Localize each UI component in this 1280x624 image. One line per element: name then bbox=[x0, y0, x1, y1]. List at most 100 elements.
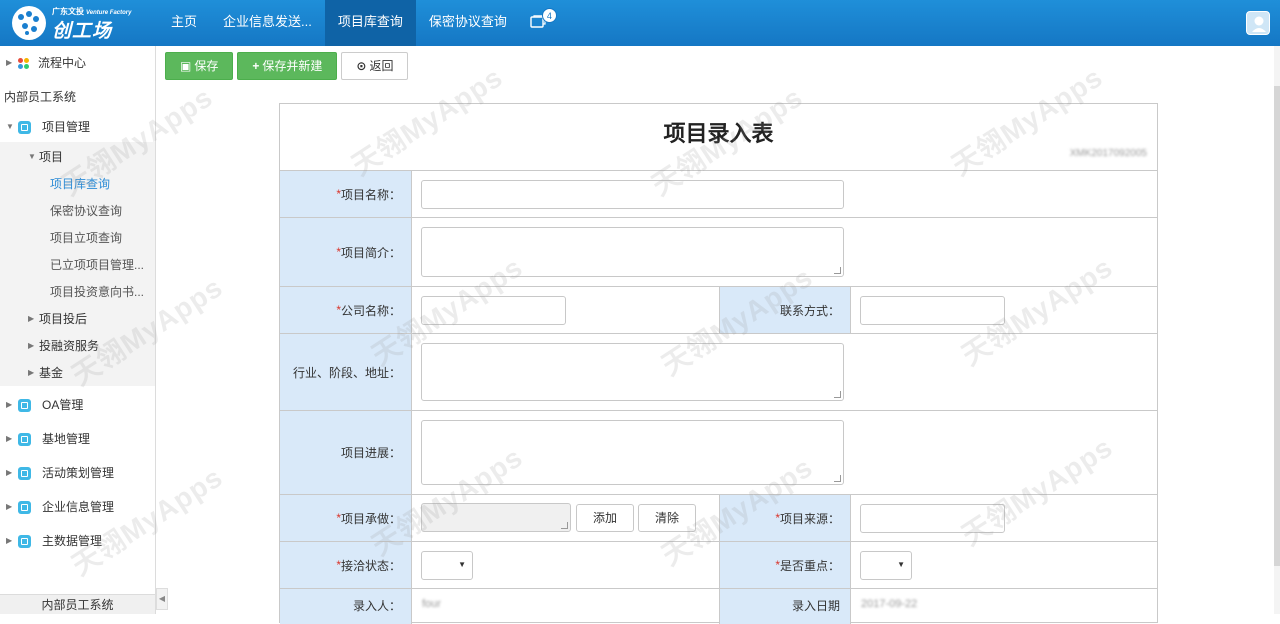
sidebar-leaf-project-approval[interactable]: 项目立项查询 bbox=[0, 225, 155, 251]
label-key: * 是否重点： bbox=[719, 542, 851, 588]
status-select[interactable]: ▼ bbox=[421, 551, 473, 580]
user-icon bbox=[1252, 16, 1266, 32]
avatar[interactable] bbox=[1246, 11, 1270, 35]
triangle-right-icon: ▶ bbox=[6, 502, 13, 511]
module-icon bbox=[18, 501, 31, 514]
sidebar-item-post-investment[interactable]: ▶ 项目投后 bbox=[0, 306, 155, 332]
form-code: XMK2017092005 bbox=[1069, 148, 1147, 159]
progress-textarea[interactable] bbox=[421, 420, 844, 485]
module-icon bbox=[18, 121, 31, 134]
label-progress: 项目进展： bbox=[280, 411, 412, 494]
sidebar-item-base[interactable]: ▶ 基地管理 bbox=[0, 426, 155, 452]
company-name-input[interactable] bbox=[421, 296, 566, 325]
label-contact: 联系方式： bbox=[719, 287, 851, 333]
source-input[interactable] bbox=[860, 504, 1005, 533]
floppy-icon: ▣ bbox=[180, 59, 192, 73]
nav-nda-query[interactable]: 保密协议查询 bbox=[416, 0, 520, 46]
scrollbar-thumb[interactable] bbox=[1274, 86, 1280, 566]
row-status: * 接洽状态： ▼ * 是否重点： ▼ bbox=[280, 542, 1157, 589]
sidebar-item-event-planning[interactable]: ▶ 活动策划管理 bbox=[0, 460, 155, 486]
back-circle-icon: ⊙ bbox=[356, 59, 367, 73]
entered-by-value: four bbox=[422, 598, 441, 610]
triangle-right-icon: ▶ bbox=[28, 341, 35, 350]
undertaker-textarea bbox=[421, 503, 571, 532]
logo[interactable]: 广东文投 Venture Factory 创工场 bbox=[12, 4, 132, 42]
sidebar-leaf-project-library[interactable]: 项目库查询 bbox=[0, 171, 155, 197]
caret-down-icon: ▼ bbox=[458, 560, 466, 569]
sidebar-item-master-data[interactable]: ▶ 主数据管理 bbox=[0, 528, 155, 554]
key-select[interactable]: ▼ bbox=[860, 551, 912, 580]
message-badge: 4 bbox=[541, 8, 557, 23]
module-icon bbox=[18, 433, 31, 446]
row-company: * 公司名称： 联系方式： bbox=[280, 287, 1157, 334]
sidebar-item-oa[interactable]: ▶ OA管理 bbox=[0, 392, 155, 418]
sidebar-item-project-management[interactable]: ▼ 项目管理 bbox=[0, 114, 155, 140]
nav-home[interactable]: 主页 bbox=[158, 0, 210, 46]
label-project-name: * 项目名称： bbox=[280, 171, 412, 217]
triangle-right-icon: ▶ bbox=[6, 434, 13, 443]
add-undertaker-button[interactable]: 添加 bbox=[576, 504, 635, 532]
row-project-name: * 项目名称： bbox=[280, 171, 1157, 218]
project-entry-form: 项目录入表 XMK2017092005 * 项目名称： * 项目简介： * 公司名称：… bbox=[279, 103, 1158, 624]
sidebar-submenu: ▼ 项目 项目库查询 保密协议查询 项目立项查询 已立项项目管理... 项目投资… bbox=[0, 142, 155, 386]
label-undertaker: * 项目承做： bbox=[280, 495, 412, 541]
sidebar-leaf-approved-projects[interactable]: 已立项项目管理... bbox=[0, 252, 155, 278]
nav-project-library[interactable]: 项目库查询 bbox=[324, 0, 416, 46]
project-name-input[interactable] bbox=[421, 180, 844, 209]
save-and-new-button[interactable]: + 保存并新建 bbox=[237, 52, 338, 80]
project-intro-textarea[interactable] bbox=[421, 227, 844, 277]
row-industry: 行业、阶段、地址： bbox=[280, 334, 1157, 411]
triangle-right-icon: ▶ bbox=[6, 400, 13, 409]
triangle-down-icon: ▼ bbox=[28, 152, 36, 161]
label-status: * 接洽状态： bbox=[280, 542, 412, 588]
sidebar-group-title: 内部员工系统 bbox=[4, 90, 77, 104]
nav-enterprise-info[interactable]: 企业信息发送... bbox=[210, 0, 325, 46]
form-header: 项目录入表 XMK2017092005 bbox=[280, 104, 1157, 171]
save-button[interactable]: ▣ 保存 bbox=[165, 52, 234, 80]
sidebar-footer[interactable]: 内部员工系统 bbox=[0, 594, 155, 614]
row-entry: 录入人： four 录入日期 2017-09-22 bbox=[280, 589, 1157, 624]
row-project-intro: * 项目简介： bbox=[280, 218, 1157, 287]
contact-input[interactable] bbox=[860, 296, 1005, 325]
triangle-down-icon: ▼ bbox=[6, 122, 14, 131]
main-nav: 主页 企业信息发送... 项目库查询 保密协议查询 4 bbox=[158, 0, 557, 46]
triangle-right-icon: ▶ bbox=[28, 368, 35, 377]
triangle-right-icon: ▶ bbox=[28, 314, 35, 323]
label-entered-by: 录入人： bbox=[280, 589, 412, 624]
sidebar-item-label: 流程中心 bbox=[38, 56, 87, 70]
module-icon bbox=[18, 535, 31, 548]
label-project-intro: * 项目简介： bbox=[280, 218, 412, 286]
message-button[interactable]: 4 bbox=[520, 0, 557, 46]
label-company-name: * 公司名称： bbox=[280, 287, 412, 333]
triangle-right-icon: ▶ bbox=[6, 468, 13, 477]
industry-textarea[interactable] bbox=[421, 343, 844, 401]
label-entry-date: 录入日期 bbox=[719, 589, 851, 624]
entry-date-value: 2017-09-22 bbox=[861, 598, 918, 610]
sidebar-item-fund[interactable]: ▶ 基金 bbox=[0, 360, 155, 386]
triangle-right-icon: ▶ bbox=[6, 536, 13, 545]
flow-center-icon bbox=[18, 58, 30, 70]
row-progress: 项目进展： bbox=[280, 411, 1157, 495]
sidebar: ▶ 流程中心 内部员工系统 ▼ 项目管理 ▼ 项目 项目库查询 保密协议查询 项… bbox=[0, 46, 156, 614]
sidebar-item-enterprise-info[interactable]: ▶ 企业信息管理 bbox=[0, 494, 155, 520]
sidebar-item-financing-service[interactable]: ▶ 投融资服务 bbox=[0, 333, 155, 359]
plus-icon: + bbox=[252, 59, 260, 73]
page-title: 项目录入表 bbox=[663, 121, 774, 146]
sidebar-leaf-nda-query[interactable]: 保密协议查询 bbox=[0, 198, 155, 224]
page-scrollbar[interactable] bbox=[1274, 46, 1280, 614]
sidebar-item-flow-center[interactable]: ▶ 流程中心 bbox=[0, 50, 155, 76]
label-source: * 项目来源： bbox=[719, 495, 851, 541]
sidebar-leaf-investment-intent[interactable]: 项目投资意向书... bbox=[0, 279, 155, 305]
clear-undertaker-button[interactable]: 清除 bbox=[638, 504, 697, 532]
logo-big-text: 创工场 bbox=[52, 21, 113, 42]
triangle-right-icon: ▶ bbox=[6, 58, 13, 67]
caret-down-icon: ▼ bbox=[897, 560, 905, 569]
sidebar-item-label: 项目管理 bbox=[42, 120, 91, 134]
row-undertaker: * 项目承做： 添加 清除 * 项目来源： bbox=[280, 495, 1157, 542]
toolbar: ▣ 保存 + 保存并新建 ⊙ 返回 bbox=[165, 52, 409, 80]
sidebar-collapse-handle[interactable]: ◀ bbox=[156, 588, 168, 610]
sidebar-item-project[interactable]: ▼ 项目 bbox=[0, 144, 155, 170]
module-icon bbox=[18, 467, 31, 480]
back-button[interactable]: ⊙ 返回 bbox=[341, 52, 409, 80]
label-industry: 行业、阶段、地址： bbox=[280, 334, 412, 410]
